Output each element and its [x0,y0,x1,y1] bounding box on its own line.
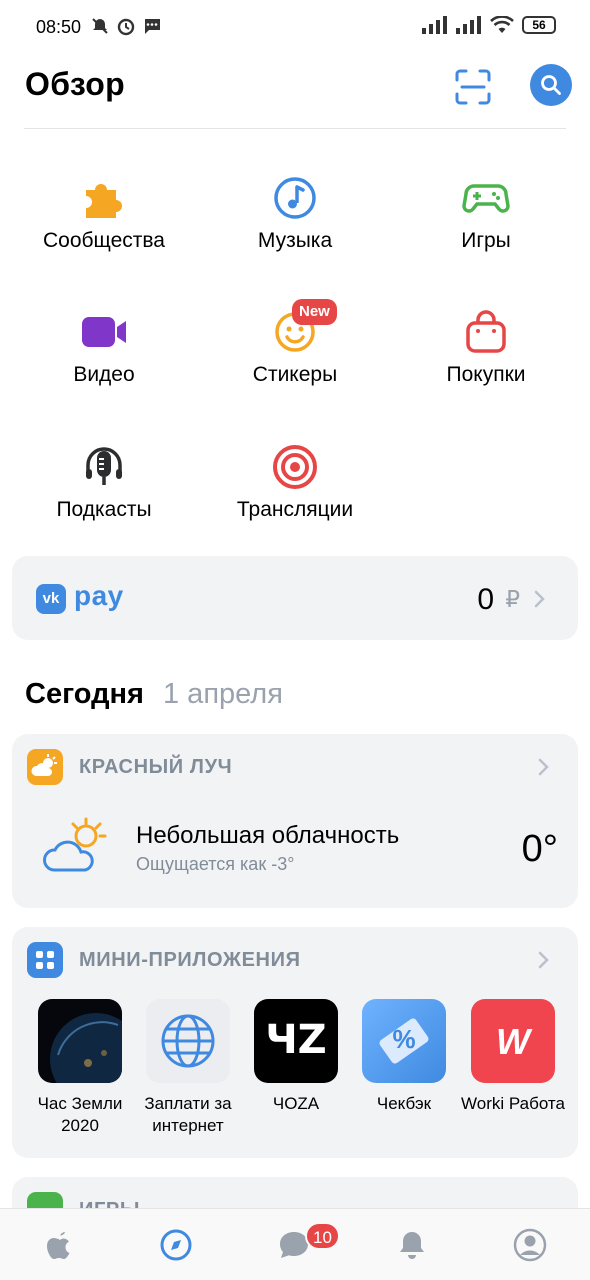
mini-app-label: Час Земли 2020 [37,1094,123,1135]
ticket-icon: % [362,999,446,1083]
service-label: Сообщества [43,229,165,252]
status-bar: 08:50 56 [0,0,590,56]
worki-logo: W [471,999,555,1083]
vk-pay-card[interactable]: vk pay 0 ₽ [12,556,578,640]
notifications-icon[interactable] [394,1227,430,1263]
service-music[interactable]: Музыка [205,174,385,284]
mini-app-pay-internet[interactable]: Заплати за интернет [133,999,243,1137]
mini-app-worki[interactable]: W Worki Работа [458,999,568,1115]
mini-apps-section-icon [27,942,63,978]
search-button[interactable] [530,64,572,106]
service-communities[interactable]: Сообщества [14,174,194,284]
service-stickers[interactable]: Стикеры [205,308,385,418]
today-date: 1 апреля [163,678,283,710]
mini-app-choza[interactable]: ЧZ ЧOZA [241,999,351,1115]
mini-app-label: ЧOZA [272,1094,320,1113]
service-label: Музыка [257,229,333,252]
weather-condition: Небольшая облачность [136,822,400,849]
weather-temperature: 0° [521,828,558,870]
service-label: Игры [461,229,511,252]
mini-app-label: Заплати за интернет [144,1094,232,1135]
vk-pay-currency: ₽ [505,586,520,612]
sun-cloud-icon [31,754,57,776]
mini-app-checkback[interactable]: % Чекбэк [349,999,459,1115]
service-label: Стикеры [252,363,338,386]
music-icon [274,177,316,219]
weather-card[interactable]: КРАСНЫЙ ЛУЧ Небольшая облачность Ощущает… [12,734,578,908]
battery-indicator: 56 [522,16,556,34]
service-label: Трансляции [236,498,354,521]
puzzle-icon [86,184,122,218]
mini-app-label: Чекбэк [376,1094,432,1113]
messages-count-badge: 10 [305,1222,340,1250]
message-notification-icon [144,19,160,34]
profile-icon[interactable] [512,1227,548,1263]
mini-app-earth-hour[interactable]: Час Земли 2020 [25,999,135,1137]
choza-logo: ЧZ [254,999,338,1083]
mute-icon [92,18,108,34]
shopping-bag-icon [466,310,506,353]
broadcast-icon [273,445,317,489]
signal-icon [422,16,447,34]
weather-feels-like: Ощущается как -3° [136,854,295,874]
vk-pay-balance: 0 [477,583,494,616]
weather-section-icon [27,749,63,785]
vk-logo: vk [36,584,66,614]
worki-logo-text: W [496,1021,530,1062]
new-badge: New [292,299,337,325]
service-broadcasts[interactable]: Трансляции [205,443,385,553]
search-icon [541,75,561,95]
page-title: Обзор [25,66,125,102]
compass-icon[interactable] [158,1227,194,1263]
percent-icon: % [392,1024,416,1054]
chevron-right-icon [534,590,545,608]
service-shopping[interactable]: Покупки [396,308,576,418]
qr-scan-icon [455,69,491,105]
mini-apps-title[interactable]: МИНИ-ПРИЛОЖЕНИЯ [79,949,301,972]
globe-icon [146,999,230,1083]
tab-bar [0,1208,590,1280]
alarm-icon [117,18,135,36]
service-games[interactable]: Игры [396,174,576,284]
service-label: Подкасты [56,498,152,521]
partly-cloudy-icon [43,817,107,872]
service-video[interactable]: Видео [14,308,194,418]
video-icon [82,317,126,347]
podcast-icon [86,447,122,485]
apple-icon[interactable] [41,1227,77,1263]
service-podcasts[interactable]: Подкасты [14,443,194,553]
status-left-icons [90,16,162,36]
choza-logo-text: ЧZ [265,1017,327,1063]
gamepad-icon [462,184,510,213]
earth-icon [38,999,122,1083]
header-divider [24,128,566,129]
chevron-right-icon [538,758,549,776]
apps-grid-icon [36,951,54,969]
today-heading: Сегодня [25,678,144,710]
qr-scan-button[interactable] [452,66,494,108]
signal-icon-2 [456,16,481,34]
wifi-icon [490,16,514,33]
status-time: 08:50 [36,17,82,37]
mini-app-label: Worki Работа [461,1094,565,1113]
vk-pay-label: pay [74,580,124,611]
chevron-right-icon[interactable] [538,951,550,969]
service-label: Видео [73,363,135,386]
mini-apps-card: МИНИ-ПРИЛОЖЕНИЯ Час Земли 2020 Заплати з… [12,927,578,1158]
service-label: Покупки [446,363,526,386]
status-right-icons: 56 [422,16,556,34]
weather-city: КРАСНЫЙ ЛУЧ [79,756,233,778]
